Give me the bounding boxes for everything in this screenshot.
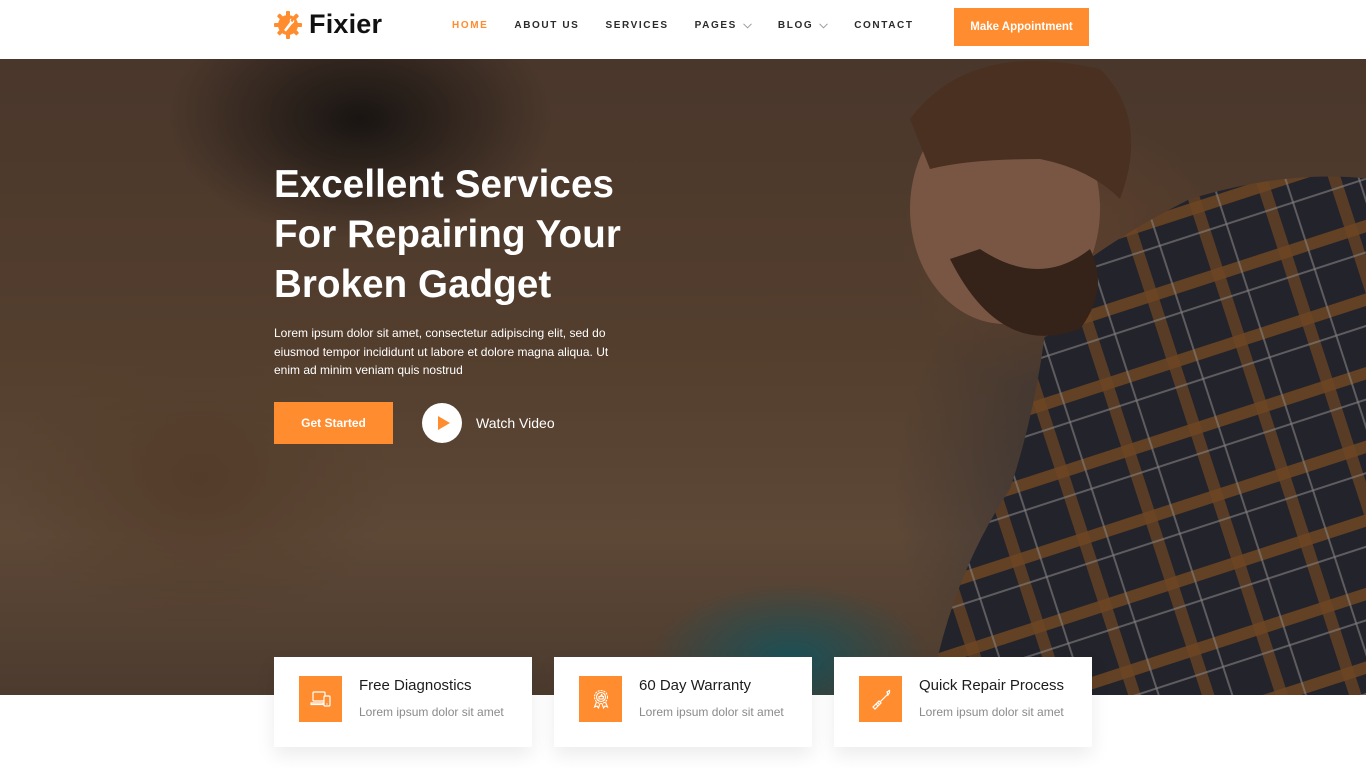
feature-description: Lorem ipsum dolor sit amet: [919, 705, 1064, 719]
chevron-down-icon: [819, 22, 829, 29]
chevron-down-icon: [743, 22, 752, 29]
hero-title: Excellent Services For Repairing Your Br…: [274, 160, 654, 310]
nav-item-about-us[interactable]: ABOUT US: [514, 20, 579, 31]
nav-item-label: PAGES: [694, 20, 737, 31]
feature-icon-box: [859, 676, 902, 722]
hero-actions: Get Started Watch Video: [274, 402, 555, 444]
brand-name: Fixier: [309, 9, 383, 39]
hero-section: [0, 59, 1366, 695]
nav-item-label: SERVICES: [605, 20, 669, 31]
feature-card-free-diagnostics[interactable]: Free Diagnostics Lorem ipsum dolor sit a…: [274, 657, 532, 747]
feature-cards: Free Diagnostics Lorem ipsum dolor sit a…: [274, 657, 1092, 747]
get-started-button[interactable]: Get Started: [274, 402, 393, 444]
play-icon: [437, 416, 450, 430]
feature-title: Free Diagnostics: [359, 677, 472, 694]
feature-description: Lorem ipsum dolor sit amet: [639, 705, 784, 719]
screwdriver-icon: [871, 689, 890, 710]
nav-item-blog[interactable]: BLOG: [777, 20, 829, 31]
logo[interactable]: Fixier: [273, 9, 382, 40]
feature-title: 60 Day Warranty: [639, 677, 751, 694]
watch-video-button[interactable]: Watch Video: [422, 403, 555, 443]
feature-icon-box: [299, 676, 342, 722]
nav-item-home[interactable]: HOME: [452, 20, 488, 31]
make-appointment-button[interactable]: Make Appointment: [954, 8, 1089, 46]
nav-item-label: ABOUT US: [514, 20, 580, 31]
site-header: Fixier HOME ABOUT US SERVICES PAGES BLOG…: [0, 0, 1366, 59]
hero-content: Excellent Services For Repairing Your Br…: [274, 160, 654, 380]
feature-icon-box: [579, 676, 622, 722]
hero-overlay: [0, 59, 1366, 695]
devices-icon: [309, 691, 331, 707]
hero-title-line: For Repairing Your: [274, 213, 621, 256]
nav-item-contact[interactable]: CONTACT: [854, 20, 913, 31]
hero-description: Lorem ipsum dolor sit amet, consectetur …: [274, 326, 609, 377]
hero-title-line: Excellent Services: [274, 163, 614, 206]
hero-title-line: Broken Gadget: [274, 263, 552, 306]
nav-item-pages[interactable]: PAGES: [695, 20, 752, 31]
nav-item-label: CONTACT: [854, 20, 914, 31]
feature-card-quick-repair-process[interactable]: Quick Repair Process Lorem ipsum dolor s…: [834, 657, 1092, 747]
play-button[interactable]: [422, 403, 462, 443]
feature-card-60-day-warranty[interactable]: 60 Day Warranty Lorem ipsum dolor sit am…: [554, 657, 812, 747]
nav-item-services[interactable]: SERVICES: [605, 20, 668, 31]
nav-item-label: HOME: [452, 20, 489, 31]
watch-video-label: Watch Video: [476, 415, 555, 431]
feature-title: Quick Repair Process: [919, 677, 1065, 694]
feature-description: Lorem ipsum dolor sit amet: [359, 705, 504, 719]
gear-wrench-icon: [274, 10, 302, 39]
award-badge-icon: [593, 689, 608, 710]
nav-item-label: BLOG: [777, 20, 814, 31]
main-nav: HOME ABOUT US SERVICES PAGES BLOG CONTAC…: [452, 20, 940, 31]
